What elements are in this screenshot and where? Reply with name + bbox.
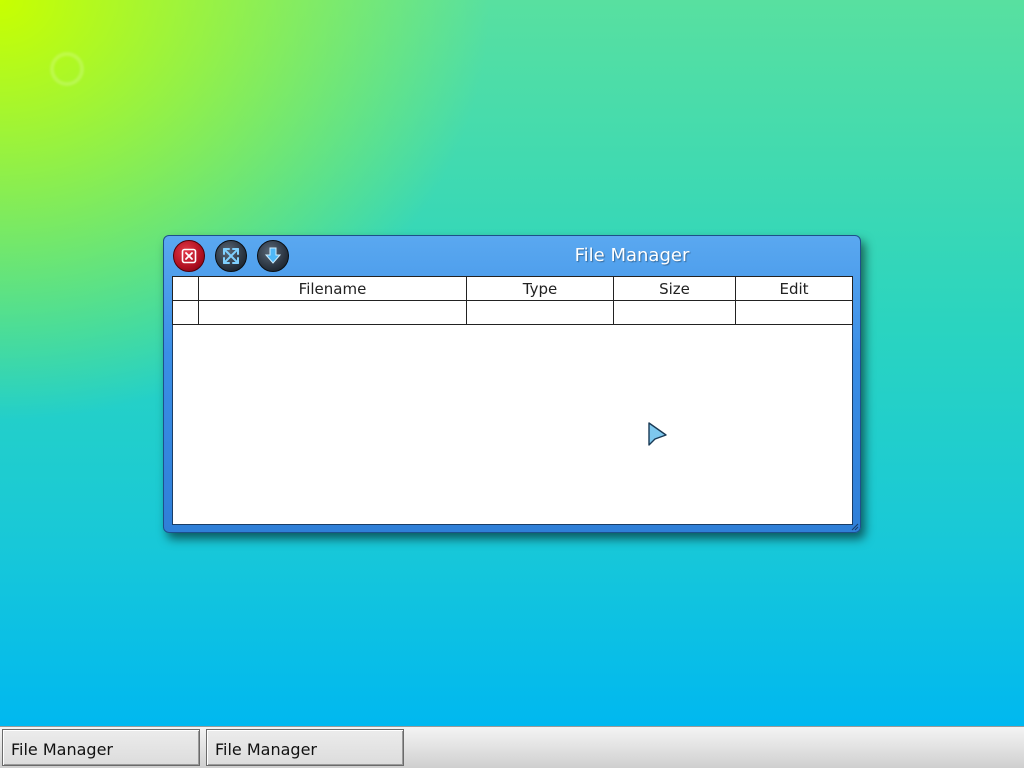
close-icon (181, 248, 197, 264)
taskbar: File Manager File Manager (0, 726, 1024, 768)
table-cell[interactable] (735, 300, 853, 325)
resize-grip-icon[interactable] (851, 523, 859, 531)
close-button[interactable] (173, 240, 205, 272)
table-cell[interactable] (172, 300, 199, 325)
table-row[interactable] (172, 300, 853, 325)
minimize-button[interactable] (257, 240, 289, 272)
window-titlebar[interactable]: File Manager (164, 236, 860, 276)
table-cell[interactable] (466, 300, 614, 325)
desktop: File Manager Filename Type Size Edit (0, 0, 1024, 726)
maximize-arrows-icon (223, 248, 239, 264)
file-list-panel[interactable]: Filename Type Size Edit (172, 276, 853, 525)
download-arrow-icon (264, 247, 282, 264)
column-header-filename[interactable]: Filename (198, 276, 467, 301)
taskbar-item-file-manager[interactable]: File Manager (206, 729, 404, 766)
column-header-size[interactable]: Size (613, 276, 736, 301)
window-title: File Manager (574, 245, 690, 266)
file-table: Filename Type Size Edit (172, 276, 853, 325)
column-header-select[interactable] (172, 276, 199, 301)
table-cell[interactable] (198, 300, 467, 325)
maximize-button[interactable] (215, 240, 247, 272)
table-cell[interactable] (613, 300, 736, 325)
mouse-cursor-icon (648, 422, 667, 446)
table-header-row: Filename Type Size Edit (172, 276, 853, 301)
taskbar-item-file-manager[interactable]: File Manager (2, 729, 200, 766)
column-header-edit[interactable]: Edit (735, 276, 853, 301)
desktop-circle-icon (50, 52, 84, 86)
file-manager-window: File Manager Filename Type Size Edit (163, 235, 861, 533)
column-header-type[interactable]: Type (466, 276, 614, 301)
